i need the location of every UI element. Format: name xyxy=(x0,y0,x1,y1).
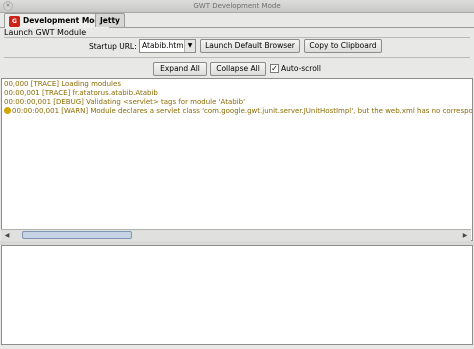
expand-all-button[interactable]: Expand All xyxy=(153,62,207,76)
section-divider xyxy=(4,57,470,58)
tab-label: Jetty xyxy=(100,16,120,25)
collapse-all-button[interactable]: Collapse All xyxy=(210,62,266,76)
auto-scroll-checkbox[interactable]: ✓ xyxy=(270,64,279,73)
launch-default-browser-button[interactable]: Launch Default Browser xyxy=(200,39,300,53)
startup-url-label: Startup URL: xyxy=(89,42,137,51)
startup-url-value: Atabib.html xyxy=(142,41,186,50)
log-line[interactable]: 00:00,001 [TRACE] fr.atatorus.atabib.Ata… xyxy=(4,89,158,98)
tab-label: Development Mode xyxy=(23,16,105,25)
log-line-text: 00:00:00,001 [WARN] Module declares a se… xyxy=(12,107,473,115)
scrollbar-thumb[interactable] xyxy=(22,231,132,239)
log-line[interactable]: 00,000 [TRACE] Loading modules xyxy=(4,80,121,89)
tab-jetty[interactable]: Jetty xyxy=(95,13,125,27)
gwt-logo-icon: G xyxy=(9,15,20,27)
log-horizontal-scrollbar[interactable]: ◀ ▶ xyxy=(1,229,471,241)
window-title: GWT Development Mode xyxy=(193,2,281,10)
log-line[interactable]: 00:00:00,001 [DEBUG] Validating <servlet… xyxy=(4,98,245,107)
scroll-right-icon[interactable]: ▶ xyxy=(460,231,470,240)
section-divider xyxy=(4,37,470,38)
log-line-warning[interactable]: 00:00:00,001 [WARN] Module declares a se… xyxy=(4,107,473,116)
checkmark-icon: ✓ xyxy=(271,64,278,73)
log-details-panel[interactable] xyxy=(1,245,473,345)
chevron-down-icon[interactable]: ▼ xyxy=(184,40,195,52)
auto-scroll-label: Auto-scroll xyxy=(281,64,321,73)
warning-icon xyxy=(4,107,11,114)
tab-development-mode[interactable]: G Development Mode xyxy=(4,13,110,28)
startup-url-select[interactable]: Atabib.html ▼ xyxy=(139,39,196,53)
copy-to-clipboard-button[interactable]: Copy to Clipboard xyxy=(304,39,382,53)
scroll-left-icon[interactable]: ◀ xyxy=(2,231,12,240)
log-tree-panel[interactable]: 00,000 [TRACE] Loading modules 00:00,001… xyxy=(1,78,473,241)
tab-strip: G Development Mode Jetty xyxy=(0,12,474,28)
